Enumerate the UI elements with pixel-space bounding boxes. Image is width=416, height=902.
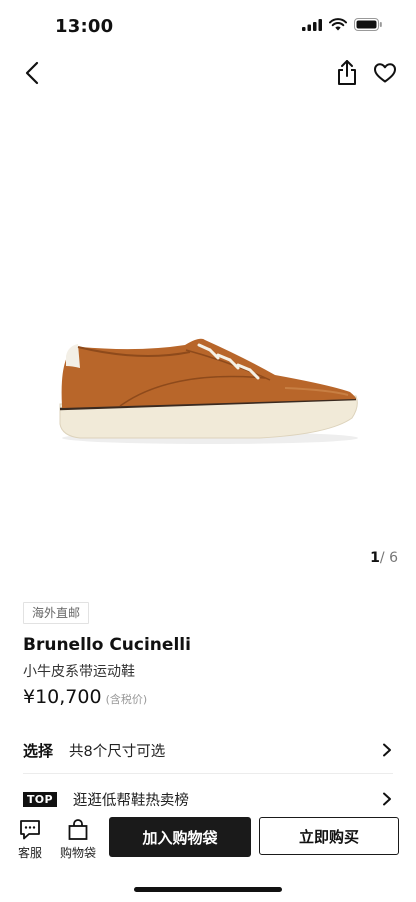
- customer-service-label: 客服: [18, 846, 43, 860]
- signal-icon: [302, 18, 322, 31]
- customer-service-button[interactable]: 客服: [18, 819, 42, 861]
- price-row: ¥10,700 (含税价): [23, 686, 147, 708]
- add-to-bag-button[interactable]: 加入购物袋: [109, 817, 251, 857]
- shipping-tag: 海外直邮: [23, 602, 90, 624]
- share-icon[interactable]: [334, 59, 360, 87]
- shopping-bag-icon: [68, 819, 88, 840]
- pager-separator: /: [379, 550, 385, 566]
- product-price: ¥10,700: [23, 686, 102, 708]
- product-brand[interactable]: Brunello Cucinelli: [23, 635, 191, 655]
- size-count-text: 共8个尺寸可选: [69, 743, 166, 760]
- home-indicator[interactable]: [134, 887, 282, 892]
- chat-icon: [20, 820, 40, 840]
- buy-now-button[interactable]: 立即购买: [259, 817, 399, 855]
- wifi-icon: [329, 18, 347, 31]
- heart-icon[interactable]: [373, 61, 397, 85]
- status-icons: [302, 18, 382, 31]
- top-badge: TOP: [23, 791, 57, 807]
- tax-note: (含税价): [105, 693, 148, 706]
- chevron-right-icon: [383, 743, 391, 757]
- shopping-bag-button[interactable]: 购物袋: [60, 819, 96, 861]
- status-time: 13:00: [55, 16, 114, 37]
- chevron-left-icon[interactable]: [20, 60, 46, 86]
- battery-icon: [354, 18, 382, 31]
- shopping-bag-label: 购物袋: [60, 846, 97, 860]
- bottom-action-bar: 客服 购物袋 加入购物袋 立即购买: [0, 812, 416, 864]
- pager-current: 1: [370, 550, 380, 566]
- pager-total: 6: [389, 550, 398, 566]
- chevron-right-icon: [383, 792, 391, 806]
- ranking-text: 逛逛低帮鞋热卖榜: [72, 792, 189, 809]
- size-label: 选择: [23, 741, 54, 760]
- product-image[interactable]: [0, 100, 416, 555]
- product-name: 小牛皮系带运动鞋: [23, 664, 135, 680]
- gallery-pager: 1/ 6: [370, 550, 398, 566]
- size-select-row[interactable]: 选择 共8个尺寸可选: [23, 727, 393, 774]
